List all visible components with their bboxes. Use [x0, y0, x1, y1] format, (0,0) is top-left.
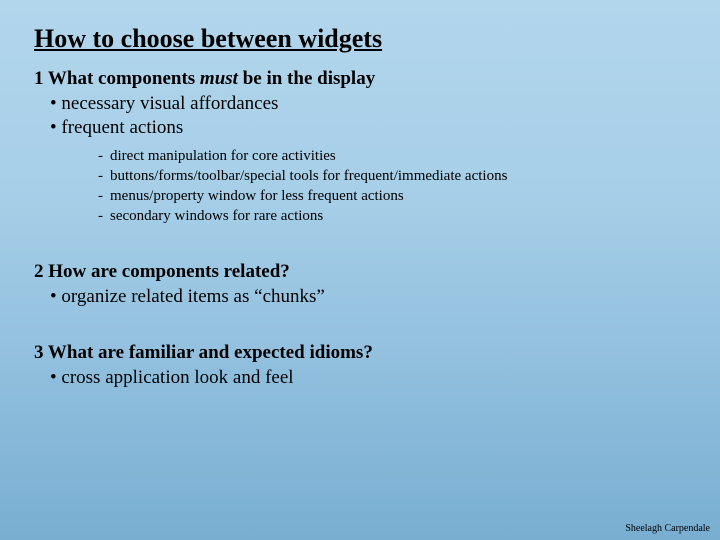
bullet-item: • necessary visual affordances [50, 92, 686, 116]
sub-item-text: direct manipulation for core activities [110, 148, 336, 164]
sub-item: -menus/property window for less frequent… [98, 186, 686, 206]
sub-list: -direct manipulation for core activities… [98, 146, 686, 227]
section-3-heading: 3 What are familiar and expected idioms? [34, 342, 686, 364]
heading-text: 2 How are components related? [34, 261, 290, 282]
heading-text-post: be in the display [238, 68, 375, 89]
bullet-item: • frequent actions [50, 116, 686, 140]
heading-em: must [200, 68, 238, 89]
bullet-item: • cross application look and feel [50, 366, 686, 390]
sub-item: -secondary windows for rare actions [98, 206, 686, 226]
footer-author: Sheelagh Carpendale [625, 523, 710, 534]
sub-item-text: secondary windows for rare actions [110, 208, 323, 224]
section-2-heading: 2 How are components related? [34, 261, 686, 283]
sub-item: -buttons/forms/toolbar/special tools for… [98, 166, 686, 186]
section-1-heading: 1 What components must be in the display [34, 68, 686, 90]
section-2: 2 How are components related? • organize… [34, 261, 686, 309]
slide: How to choose between widgets 1 What com… [0, 0, 720, 390]
section-1: 1 What components must be in the display… [34, 68, 686, 227]
heading-text: 1 What components [34, 68, 200, 89]
bullet-item: • organize related items as “chunks” [50, 285, 686, 309]
heading-text: 3 What are familiar and expected idioms? [34, 342, 373, 363]
slide-title: How to choose between widgets [34, 24, 686, 54]
sub-item: -direct manipulation for core activities [98, 146, 686, 166]
section-3: 3 What are familiar and expected idioms?… [34, 342, 686, 390]
sub-item-text: buttons/forms/toolbar/special tools for … [110, 168, 507, 184]
sub-item-text: menus/property window for less frequent … [110, 188, 404, 204]
